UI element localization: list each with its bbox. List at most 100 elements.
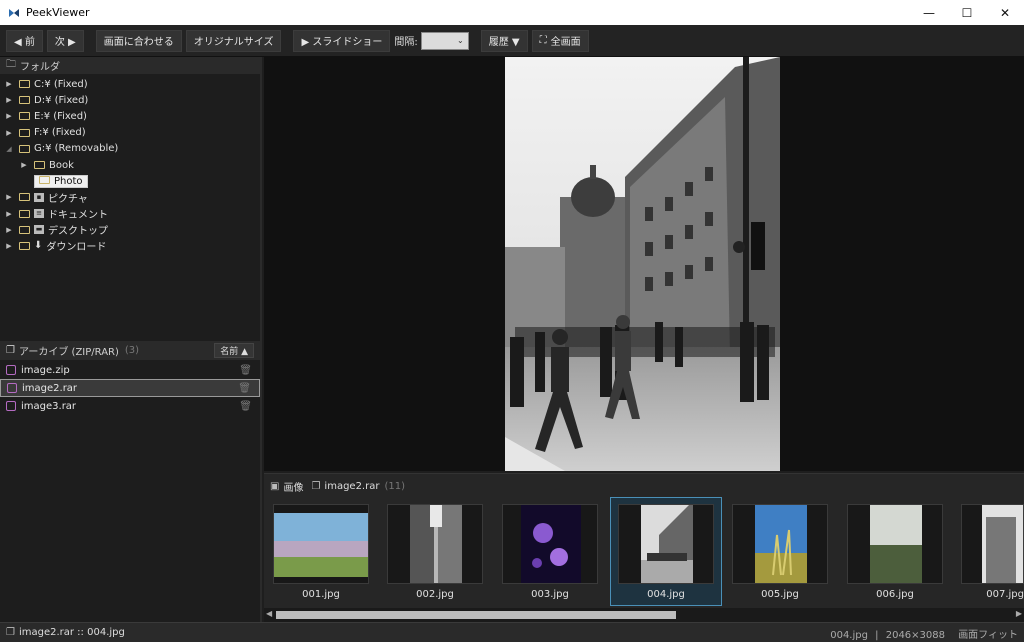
tree-item-label: デスクトップ [48, 226, 108, 238]
archive-name: image3.rar [21, 400, 77, 412]
thumbnail-006[interactable] [847, 504, 943, 584]
tree-item-downloads[interactable]: ▶ ⬇ ダウンロード [0, 238, 260, 254]
fit-to-screen-button[interactable]: 画面に合わせる [95, 29, 182, 52]
archive-icon: ❐ [6, 627, 15, 638]
interval-select[interactable]: ⌄ [420, 31, 469, 50]
folder-outline-icon: 🗀 [6, 59, 16, 70]
thumbnail-007[interactable] [961, 504, 1024, 584]
tree-item-label: F:¥ (Fixed) [34, 127, 86, 139]
thumbnail-label: 001.jpg [302, 589, 340, 600]
tree-item-label: Book [49, 159, 74, 171]
thumbnail-label: 006.jpg [876, 589, 914, 600]
prev-button[interactable]: ◀ 前 [6, 29, 43, 52]
history-button[interactable]: 履歴 ▼ [480, 29, 528, 52]
thumbnail-002[interactable] [387, 504, 483, 584]
tree-item-c-drive[interactable]: ▶ C:¥ (Fixed) [0, 76, 260, 92]
tree-item-desktop[interactable]: ▶ ▬ デスクトップ [0, 222, 260, 238]
original-size-button[interactable]: オリジナルサイズ [185, 29, 282, 52]
archive-name: image2.rar [22, 382, 78, 394]
window-controls: — ☐ ✕ [910, 0, 1024, 25]
status-separator: | [875, 630, 879, 641]
thumbnail-label: 003.jpg [531, 589, 569, 600]
tree-item-label: G:¥ (Removable) [34, 143, 119, 155]
scrollbar-thumb[interactable] [276, 611, 676, 619]
document-icon: ≡ [34, 209, 44, 219]
expand-icon[interactable]: ▶ [4, 193, 14, 201]
thumbnail-image [982, 505, 1023, 583]
left-panel: 🗀 フォルダ ▶ C:¥ (Fixed) ▶ D:¥ (Fixed) ▶ E:¥… [0, 57, 262, 622]
archive-file-icon [6, 401, 16, 411]
expand-icon[interactable]: ▶ [4, 112, 14, 120]
toolbar: ◀ 前 次 ▶ 画面に合わせる オリジナルサイズ ▶ スライドショー 間隔: ⌄… [0, 25, 1024, 57]
expand-icon[interactable]: ▶ [4, 96, 14, 104]
close-icon[interactable]: ✕ [986, 0, 1024, 25]
expand-icon[interactable]: ▶ [4, 242, 14, 250]
tree-item-g-drive[interactable]: ◢ G:¥ (Removable) [0, 141, 260, 157]
archive-header-label: アーカイブ (ZIP/RAR) [18, 347, 119, 358]
tree-item-documents[interactable]: ▶ ≡ ドキュメント [0, 206, 260, 222]
tree-item-e-drive[interactable]: ▶ E:¥ (Fixed) [0, 108, 260, 124]
folder-icon [34, 161, 45, 170]
tree-item-d-drive[interactable]: ▶ D:¥ (Fixed) [0, 92, 260, 108]
archive-file-icon [7, 383, 17, 393]
maximize-icon[interactable]: ☐ [948, 0, 986, 25]
tree-item-pictures[interactable]: ▶ ▪ ピクチャ [0, 189, 260, 205]
thumbnail-scrollbar[interactable]: ◀ ▶ [264, 608, 1024, 622]
thumbnail-label: 005.jpg [761, 589, 799, 600]
expand-icon[interactable]: ▶ [4, 129, 14, 137]
fullscreen-icon: ⛶ [539, 35, 547, 46]
desktop-icon: ▬ [34, 225, 44, 235]
expand-icon[interactable]: ▶ [4, 226, 14, 234]
sort-by-name-button[interactable]: 名前 ▲ [214, 343, 254, 358]
thumbnail-panel: ▣ 画像 ❐ image2.rar (11) 001.jpg 002.jpg 0… [264, 473, 1024, 622]
trash-icon[interactable]: 🗑 [239, 401, 252, 412]
list-item[interactable]: image2.rar 🗑 [0, 379, 260, 397]
trash-icon[interactable]: 🗑 [238, 383, 251, 394]
expand-icon[interactable]: ▶ [19, 161, 29, 169]
expand-icon[interactable]: ▶ [4, 210, 14, 218]
fullscreen-button[interactable]: ⛶ 全画面 [531, 29, 589, 52]
expand-icon[interactable]: ▶ [4, 80, 14, 88]
archive-list: image.zip 🗑 image2.rar 🗑 image3.rar 🗑 [0, 361, 260, 415]
thumbnail-001[interactable] [273, 504, 369, 584]
status-mode: 画面フィット [958, 630, 1018, 641]
list-item[interactable]: image.zip 🗑 [0, 361, 260, 379]
tree-item-label: Photo [54, 175, 83, 187]
next-button[interactable]: 次 ▶ [46, 29, 84, 52]
tree-item-label: ダウンロード [46, 242, 107, 254]
thumbnail-image [274, 513, 368, 577]
thumbnail-image [755, 505, 807, 583]
tree-item-f-drive[interactable]: ▶ F:¥ (Fixed) [0, 125, 260, 141]
thumbnail-image [870, 505, 922, 583]
scroll-right-icon[interactable]: ▶ [1016, 609, 1022, 618]
picture-icon: ▪ [34, 192, 44, 202]
slideshow-button[interactable]: ▶ スライドショー [293, 29, 391, 52]
image-icon: ▣ [270, 480, 280, 492]
list-item[interactable]: image3.rar 🗑 [0, 397, 260, 415]
folder-icon [19, 128, 30, 137]
trash-icon[interactable]: 🗑 [239, 365, 252, 376]
folder-open-icon [19, 144, 30, 153]
thumbnail-label: 007.jpg [986, 589, 1024, 600]
tree-item-label: ドキュメント [48, 210, 108, 222]
minimize-icon[interactable]: — [910, 0, 948, 25]
image-viewer[interactable] [264, 57, 1024, 471]
archive-count: (3) [124, 345, 140, 356]
thumbnail-005[interactable] [732, 504, 828, 584]
scroll-left-icon[interactable]: ◀ [266, 609, 272, 618]
thumbnail-003[interactable] [502, 504, 598, 584]
folder-panel-header: 🗀 フォルダ [0, 57, 260, 74]
archive-file-icon [6, 365, 16, 375]
tree-item-photo[interactable]: Photo [0, 173, 260, 189]
current-archive-name: image2.rar [324, 480, 380, 492]
thumbnail-004[interactable] [618, 504, 714, 584]
folder-header-label: フォルダ [20, 62, 60, 73]
status-info: 004.jpg | 2046×3088 画面フィット [826, 626, 1018, 641]
collapse-icon[interactable]: ◢ [4, 145, 14, 153]
title-bar: PeekViewer — ☐ ✕ [0, 0, 1024, 25]
tree-item-book[interactable]: ▶ Book [0, 157, 260, 173]
thumbnail-image [521, 505, 581, 583]
tree-item-label: ピクチャ [48, 193, 88, 205]
thumbnail-label: 002.jpg [416, 589, 454, 600]
selected-folder[interactable]: Photo [34, 174, 88, 188]
